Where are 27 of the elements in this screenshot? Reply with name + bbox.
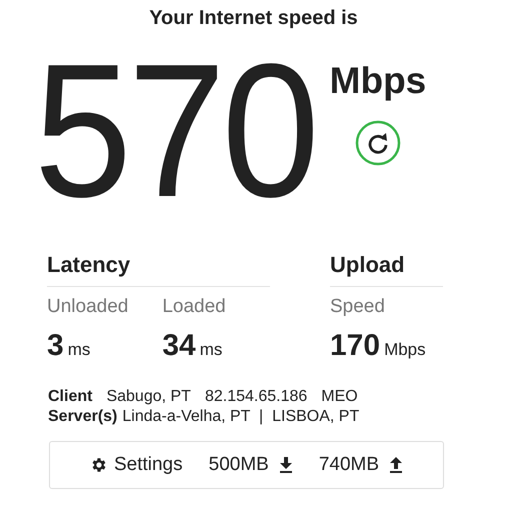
metric-value: 170 (330, 329, 380, 362)
info-value: Linda-a-Velha, PT | LISBOA, PT (122, 407, 360, 427)
info-value: 82.154.65.186 (204, 387, 308, 407)
settings-icon (90, 456, 108, 474)
info-value: Sabugo, PT (106, 387, 191, 407)
metric-value: 34 (162, 329, 196, 362)
metric-label: Loaded (162, 295, 226, 319)
metric-label: Speed (330, 295, 386, 319)
metric-unit: Mbps (384, 340, 426, 359)
section-title: Latency (47, 252, 270, 287)
speed-heading: Your Internet speed is (148, 6, 359, 30)
info-label: Client (48, 387, 92, 407)
download-size: 500MB (208, 454, 269, 476)
upload-icon (389, 457, 404, 473)
upload-size: 740MB (318, 454, 380, 476)
metric-label: Unloaded (47, 295, 128, 319)
section-title: Upload (330, 252, 443, 287)
info-value: MEO (321, 387, 358, 407)
metric-unit: ms (200, 340, 222, 359)
refresh-button[interactable] (354, 120, 401, 166)
metric-value: 3 (47, 329, 64, 362)
settings-button[interactable]: Settings (90, 454, 183, 476)
speed-value: 570 (34, 34, 316, 228)
metric-unit: ms (68, 340, 90, 359)
download-icon (278, 457, 293, 473)
speed-unit: Mbps (330, 60, 426, 102)
info-label: Server(s) (48, 407, 118, 427)
